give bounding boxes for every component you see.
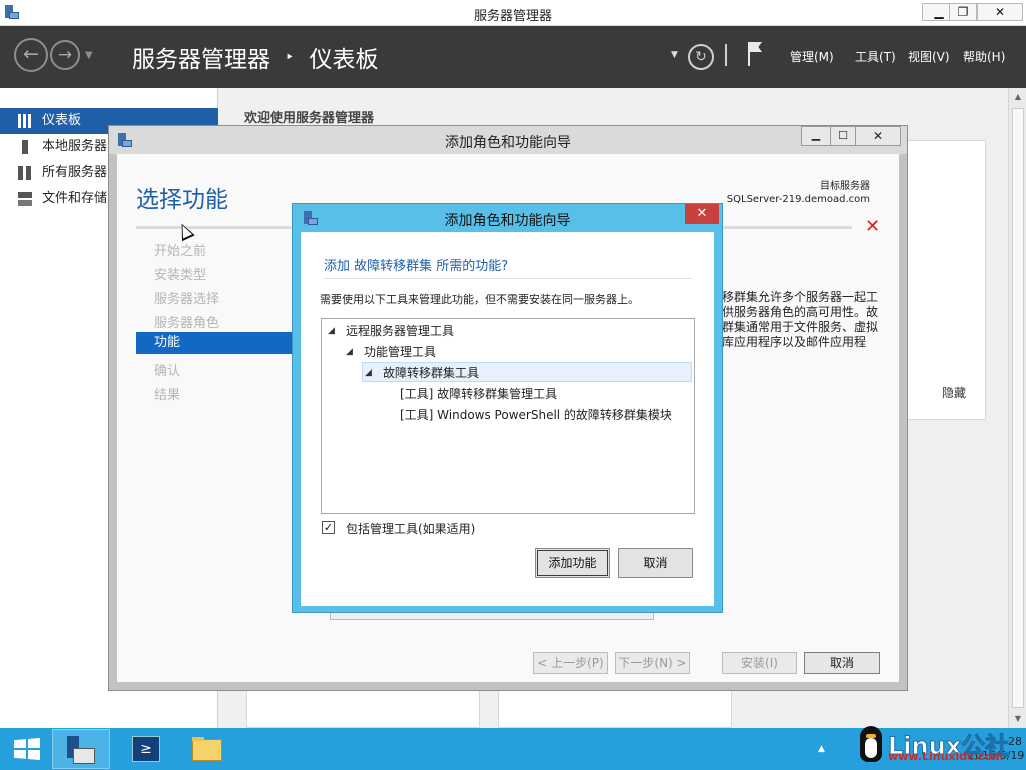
expand-triangle-icon[interactable]: ◢ xyxy=(328,321,335,341)
scroll-down-icon[interactable]: ▼ xyxy=(1013,714,1023,724)
tree-item[interactable]: [工具] 故障转移群集管理工具 xyxy=(322,384,694,404)
breadcrumb-app: 服务器管理器 xyxy=(132,47,270,73)
tree-item-label: 功能管理工具 xyxy=(364,345,437,359)
description-line: 供服务器角色的高可用性。故 xyxy=(722,305,878,319)
wizard-title-bar: 添加角色和功能向导 ▁ ☐ ✕ xyxy=(109,126,907,154)
dialog-title: 添加角色和功能向导 xyxy=(444,213,571,229)
next-button[interactable]: 下一步(N) > xyxy=(615,652,690,674)
close-button[interactable]: ✕ xyxy=(977,3,1023,21)
window-title: 服务器管理器 xyxy=(473,9,552,24)
hide-link[interactable]: 隐藏 xyxy=(942,384,966,401)
wizard-step[interactable]: 安装类型 xyxy=(154,264,206,283)
breadcrumb-page: 仪表板 xyxy=(309,47,379,73)
menu-view[interactable]: 视图(V) xyxy=(908,48,950,65)
refresh-icon[interactable]: ↻ xyxy=(688,44,714,70)
header-divider xyxy=(725,44,727,66)
tree-item[interactable]: [工具] Windows PowerShell 的故障转移群集模块 xyxy=(322,405,694,425)
wizard-divider xyxy=(722,226,852,229)
feature-description: 移群集允许多个服务器一起工 供服务器角色的高可用性。故 群集通常用于文件服务、虚… xyxy=(722,290,878,352)
previous-button[interactable]: < 上一步(P) xyxy=(533,652,608,674)
back-arrow-icon[interactable]: ← xyxy=(14,38,48,72)
sidebar-item-label: 所有服务器 xyxy=(42,165,108,180)
wizard-step[interactable]: 结果 xyxy=(154,384,180,403)
wizard-step[interactable]: 服务器选择 xyxy=(154,288,219,307)
storage-icon xyxy=(18,192,32,206)
wizard-cancel-button[interactable]: 取消 xyxy=(804,652,880,674)
include-tools-label: 包括管理工具(如果适用) xyxy=(346,522,476,536)
sidebar-item-label: 本地服务器 xyxy=(42,139,108,154)
tile-card xyxy=(246,690,480,728)
error-close-icon[interactable]: ✕ xyxy=(865,216,880,237)
tree-item-label: [工具] 故障转移群集管理工具 xyxy=(400,387,558,401)
dialog-note: 需要使用以下工具来管理此功能，但不需要安装在同一服务器上。 xyxy=(320,293,639,306)
refresh-dropdown-icon[interactable]: ▼ xyxy=(671,50,678,60)
description-line: 群集通常用于文件服务、虚拟 xyxy=(722,320,878,334)
server-manager-taskbar-icon[interactable] xyxy=(52,729,110,769)
tree-item-label: 远程服务器管理工具 xyxy=(346,324,455,338)
menu-manage[interactable]: 管理(M) xyxy=(790,48,834,65)
wizard-step[interactable]: 确认 xyxy=(154,360,180,379)
dialog-divider xyxy=(324,278,692,279)
wizard-maximize-button[interactable]: ☐ xyxy=(830,126,856,146)
add-features-button[interactable]: 添加功能 xyxy=(535,548,610,578)
wizard-minimize-button[interactable]: ▁ xyxy=(801,126,831,146)
history-dropdown-icon[interactable]: ▼ xyxy=(85,50,93,61)
install-button[interactable]: 安装(I) xyxy=(722,652,797,674)
main-title-bar: 服务器管理器 ▁ ❐ ✕ xyxy=(0,0,1026,26)
sidebar-item-label: 仪表板 xyxy=(42,113,82,128)
include-tools-checkbox[interactable]: ✓ xyxy=(322,521,335,534)
description-line: 移群集允许多个服务器一起工 xyxy=(722,290,878,304)
restore-button[interactable]: ❐ xyxy=(949,3,977,21)
sidebar-item-label: 文件和存储 xyxy=(42,191,108,206)
description-line: 库应用程序以及邮件应用程 xyxy=(722,335,867,349)
notifications-flag-icon[interactable] xyxy=(748,42,764,66)
servers-icon xyxy=(18,166,32,180)
wizard-close-button[interactable]: ✕ xyxy=(855,126,901,146)
wizard-step-selected[interactable]: 功能 xyxy=(136,332,296,354)
vertical-scrollbar[interactable]: ▲ ▼ xyxy=(1008,88,1026,728)
file-explorer-icon[interactable] xyxy=(184,733,230,765)
wizard-step[interactable]: 服务器角色 xyxy=(154,312,219,331)
tree-item-selected[interactable]: ◢ 故障转移群集工具 xyxy=(362,362,692,382)
wizard-page-heading: 选择功能 xyxy=(136,187,228,213)
feature-tree: ◢ 远程服务器管理工具 ◢ 功能管理工具 ◢ 故障转移群集工具 [工具] 故障转… xyxy=(321,318,695,514)
dialog-title-bar: 添加角色和功能向导 ✕ xyxy=(293,204,722,232)
dashboard-grid-icon xyxy=(18,114,32,128)
expand-triangle-icon[interactable]: ◢ xyxy=(365,363,372,383)
scroll-up-icon[interactable]: ▲ xyxy=(1013,92,1023,102)
tree-item-label: 故障转移群集工具 xyxy=(383,366,480,380)
tile-card xyxy=(498,690,732,728)
menu-tools[interactable]: 工具(T) xyxy=(855,48,896,65)
watermark-url: www.Linuxidc.com xyxy=(888,750,1004,763)
tux-penguin-icon xyxy=(856,724,886,766)
dialog-cancel-button[interactable]: 取消 xyxy=(618,548,693,578)
wizard-divider xyxy=(136,226,296,229)
breadcrumb-separator-icon: ‣ xyxy=(285,48,295,66)
tree-item-label: [工具] Windows PowerShell 的故障转移群集模块 xyxy=(400,408,672,422)
server-icon xyxy=(22,140,28,154)
destination-label: 目标服务器 xyxy=(820,181,870,192)
breadcrumb: 服务器管理器 ‣ 仪表板 xyxy=(132,40,378,74)
start-windows-icon[interactable] xyxy=(4,733,50,765)
welcome-title: 欢迎使用服务器管理器 xyxy=(244,111,375,126)
tree-item[interactable]: ◢ 远程服务器管理工具 xyxy=(322,321,694,341)
scroll-thumb[interactable] xyxy=(1012,108,1024,708)
expand-triangle-icon[interactable]: ◢ xyxy=(346,342,353,362)
wizard-step[interactable]: 开始之前 xyxy=(154,240,206,259)
wizard-title: 添加角色和功能向导 xyxy=(445,135,571,151)
dialog-close-button[interactable]: ✕ xyxy=(685,204,719,224)
menu-help[interactable]: 帮助(H) xyxy=(963,48,1005,65)
tray-expand-icon[interactable]: ▲ xyxy=(818,744,825,754)
server-manager-header: ← → ▼ 服务器管理器 ‣ 仪表板 ▼ ↻ 管理(M) 工具(T) 视图(V)… xyxy=(0,26,1026,88)
powershell-icon[interactable]: ≥ xyxy=(124,733,170,765)
dialog-heading: 添加 故障转移群集 所需的功能? xyxy=(324,259,509,274)
forward-arrow-icon[interactable]: → xyxy=(50,40,80,70)
tree-item[interactable]: ◢ 功能管理工具 xyxy=(322,342,694,362)
